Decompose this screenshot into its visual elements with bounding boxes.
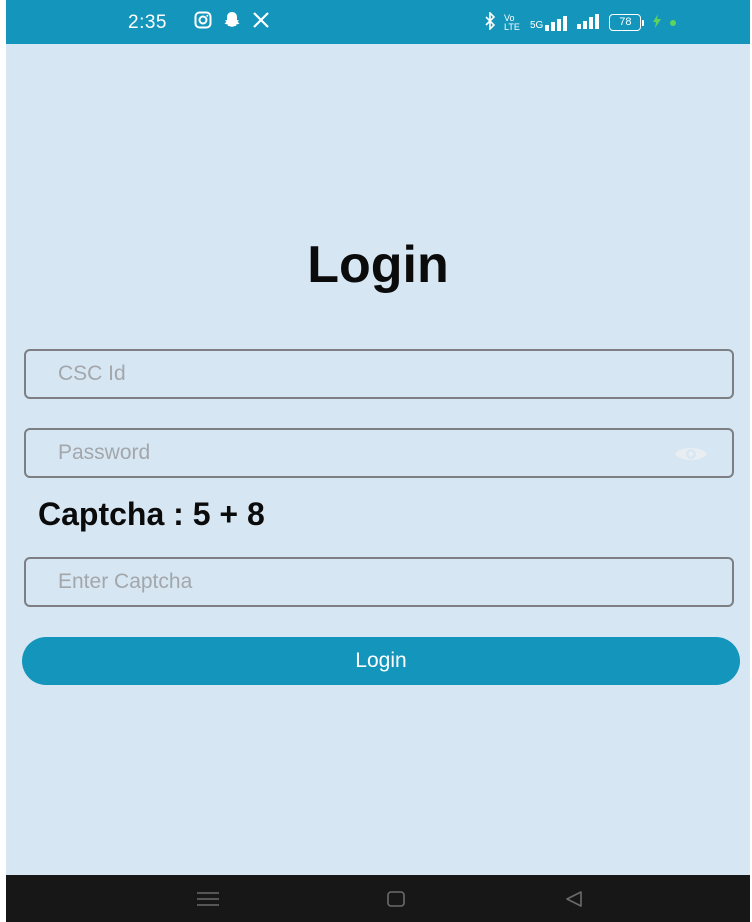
charging-icon [652, 14, 662, 31]
charging-dot-icon [670, 19, 677, 26]
password-input[interactable] [26, 430, 732, 476]
home-icon[interactable] [382, 887, 410, 911]
password-field[interactable] [24, 428, 734, 478]
bluetooth-icon [484, 11, 496, 33]
notification-icons [194, 11, 270, 34]
csc-id-input[interactable] [26, 351, 732, 397]
navigation-bar [6, 875, 750, 922]
csc-id-field[interactable] [24, 349, 734, 399]
snapchat-icon [222, 11, 242, 34]
captcha-input[interactable] [26, 559, 732, 605]
eye-icon[interactable] [674, 444, 708, 464]
battery-icon: 78 [609, 14, 645, 31]
signal-icon [577, 13, 601, 32]
x-icon [252, 11, 270, 34]
instagram-icon [194, 11, 212, 34]
status-time: 2:35 [128, 12, 167, 33]
captcha-label: Captcha : 5 + 8 [38, 496, 265, 532]
5g-signal-icon: 5G [530, 15, 569, 31]
system-icons: Vo LTE 5G 78 [484, 11, 677, 33]
status-bar: 2:35 Vo LTE 5G 78 [6, 0, 750, 44]
captcha-field[interactable] [24, 557, 734, 607]
login-button[interactable]: Login [22, 637, 740, 685]
network-type: 5G [530, 19, 544, 31]
page-title: Login [307, 236, 449, 294]
back-icon[interactable] [560, 887, 588, 911]
menu-icon[interactable] [194, 887, 222, 911]
volte-icon: Vo LTE [504, 12, 520, 32]
battery-level: 78 [609, 14, 642, 31]
login-screen: 2:35 Vo LTE 5G 78 Login CSC Id Captcha:… [6, 0, 750, 922]
